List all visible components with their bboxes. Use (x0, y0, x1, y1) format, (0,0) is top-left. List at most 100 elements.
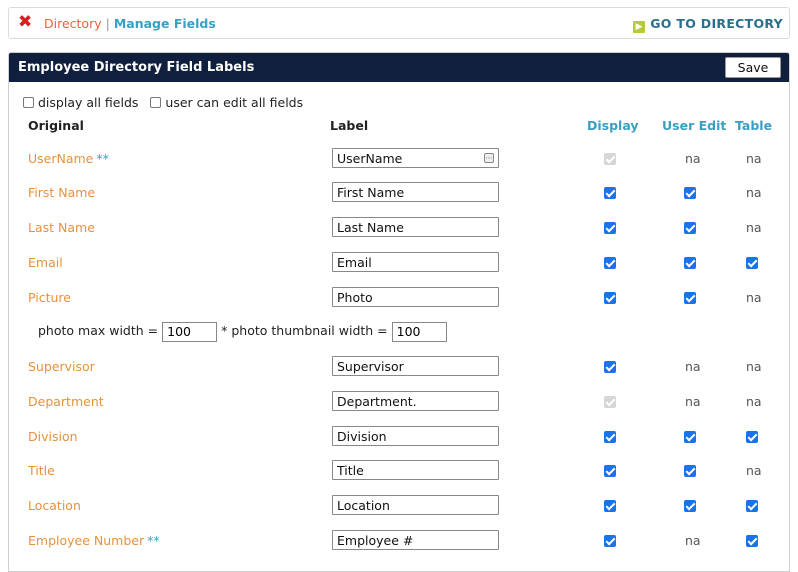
display-checkbox[interactable] (604, 500, 616, 512)
table-row: Department na na (9, 388, 789, 416)
display-checkbox[interactable] (604, 431, 616, 443)
display-checkbox (604, 153, 616, 165)
label-input[interactable] (332, 426, 499, 446)
table-row: Email (9, 249, 789, 277)
display-checkbox[interactable] (604, 292, 616, 304)
required-marker: ** (96, 151, 109, 166)
required-marker: ** (147, 533, 160, 548)
breadcrumb-separator: | (105, 16, 110, 31)
user-edit-checkbox[interactable] (684, 222, 696, 234)
original-text: UserName (28, 151, 94, 166)
top-bar: ✖ Directory | Manage Fields ▶ GO TO DIRECTO… (8, 7, 790, 39)
display-checkbox (604, 396, 616, 408)
close-icon[interactable]: ✖ (18, 13, 34, 31)
user-edit-checkbox[interactable] (684, 257, 696, 269)
original-text: Employee Number (28, 533, 145, 548)
table-row: Last Name na (9, 214, 789, 242)
display-all-checkbox[interactable] (23, 97, 34, 108)
breadcrumb-current: Manage Fields (113, 16, 216, 31)
col-header-label: Label (330, 118, 369, 133)
table-na: na (746, 185, 762, 200)
table-na: na (746, 359, 762, 374)
photo-max-width-input[interactable] (162, 321, 218, 342)
user-edit-na: na (685, 151, 701, 166)
original-name: Last Name (28, 220, 95, 235)
original-name: Email (28, 255, 63, 270)
original-name: Division (28, 429, 78, 444)
go-to-directory-link[interactable]: ▶ GO TO DIRECTORY (633, 16, 783, 33)
breadcrumb-directory-link[interactable]: Directory (44, 16, 102, 31)
user-edit-checkbox[interactable] (684, 431, 696, 443)
label-input[interactable] (332, 252, 499, 272)
label-input[interactable] (332, 460, 499, 480)
user-edit-na: na (685, 359, 701, 374)
original-name: Title (28, 463, 55, 478)
edit-all-option[interactable]: user can edit all fields (150, 95, 303, 110)
go-to-directory-label: GO TO DIRECTORY (650, 16, 783, 31)
display-checkbox[interactable] (604, 187, 616, 199)
label-input[interactable] (332, 148, 499, 168)
panel-header: Employee Directory Field Labels Save (9, 53, 789, 82)
bulk-options: display all fields user can edit all fie… (23, 95, 311, 111)
display-checkbox[interactable] (604, 535, 616, 547)
photo-max-width-label: photo max width = (38, 323, 159, 338)
label-input[interactable] (332, 391, 499, 411)
photo-thumbnail-width-input[interactable] (391, 321, 447, 342)
key-icon[interactable]: ⋯ (484, 153, 494, 163)
panel-title: Employee Directory Field Labels (18, 60, 255, 75)
user-edit-checkbox[interactable] (684, 187, 696, 199)
table-row: Title na (9, 457, 789, 485)
original-name: Location (28, 498, 81, 513)
user-edit-checkbox[interactable] (684, 292, 696, 304)
field-labels-panel: Employee Directory Field Labels Save dis… (8, 52, 790, 572)
table-row: First Name na (9, 179, 789, 207)
label-input[interactable] (332, 530, 499, 550)
table-na: na (746, 394, 762, 409)
label-input[interactable] (332, 356, 499, 376)
table-row: Employee Number** na (9, 527, 789, 555)
table-row: Supervisor na na (9, 353, 789, 381)
label-input[interactable] (332, 217, 499, 237)
edit-all-checkbox[interactable] (150, 97, 162, 108)
table-row: Picture na (9, 284, 789, 312)
photo-thumbnail-width-label: * photo thumbnail width = (221, 323, 388, 338)
table-checkbox[interactable] (746, 535, 758, 547)
user-edit-na: na (685, 533, 701, 548)
original-name: Department (28, 394, 104, 409)
user-edit-checkbox[interactable] (684, 500, 696, 512)
col-header-table[interactable]: Table (735, 118, 772, 134)
display-checkbox[interactable] (604, 465, 616, 477)
display-checkbox[interactable] (604, 361, 616, 373)
label-input[interactable] (332, 182, 499, 202)
display-checkbox[interactable] (604, 257, 616, 269)
col-header-user-edit[interactable]: User Edit (662, 118, 726, 134)
table-checkbox[interactable] (746, 431, 758, 443)
table-checkbox[interactable] (746, 500, 758, 512)
table-row: Division (9, 423, 789, 451)
table-na: na (746, 463, 762, 478)
display-all-option[interactable]: display all fields (23, 95, 138, 110)
original-name: Employee Number ** (28, 533, 160, 549)
original-name: Supervisor (28, 359, 95, 374)
table-checkbox[interactable] (746, 257, 758, 269)
table-row: Location (9, 492, 789, 520)
user-edit-na: na (685, 394, 701, 409)
original-name: Picture (28, 290, 71, 305)
table-na: na (746, 290, 762, 305)
original-name: First Name (28, 185, 96, 200)
table-na: na (746, 220, 762, 235)
edit-all-label: user can edit all fields (165, 95, 304, 110)
table-na: na (746, 151, 762, 166)
label-input[interactable] (332, 495, 499, 515)
label-input[interactable] (332, 287, 499, 307)
breadcrumb: Directory | Manage Fields (44, 16, 216, 32)
display-all-label: display all fields (38, 95, 139, 110)
col-header-display[interactable]: Display (587, 118, 639, 134)
col-header-original: Original (28, 118, 84, 133)
arrow-right-icon: ▶ (633, 21, 646, 33)
photo-width-settings: photo max width = * photo thumbnail width… (38, 321, 451, 342)
save-button[interactable]: Save (725, 57, 781, 78)
user-edit-checkbox[interactable] (684, 465, 696, 477)
display-checkbox[interactable] (604, 222, 616, 234)
original-name: UserName ** (28, 151, 109, 167)
